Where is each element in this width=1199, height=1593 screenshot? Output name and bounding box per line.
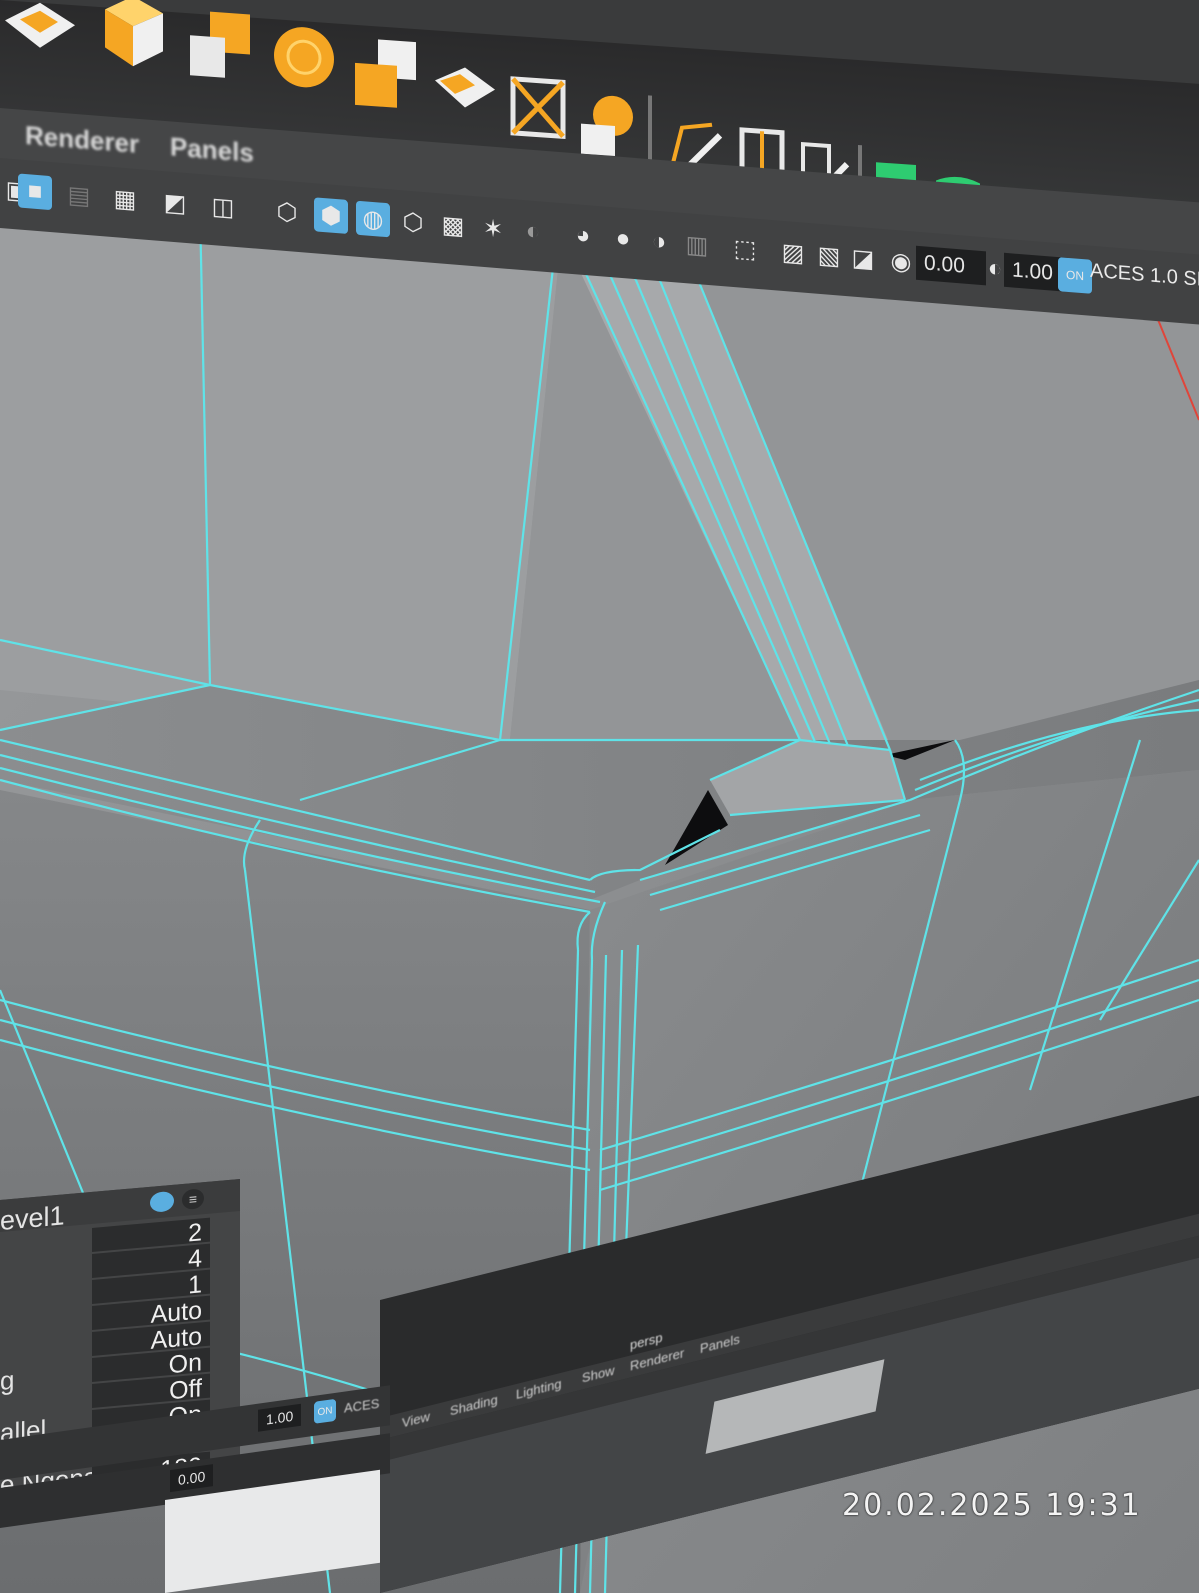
mesh-back-face [0,210,560,740]
grid-icon[interactable]: ◩ [158,185,192,222]
color-space-label[interactable]: ACES 1.0 SDR- [1090,260,1199,294]
motion-blur-icon[interactable]: ● [606,221,640,258]
secondary-exposure-field[interactable]: 0.00 [170,1464,214,1493]
shelf-paint-icon[interactable] [180,5,260,91]
shelf-combine-icon[interactable] [350,32,422,117]
menu-renderer[interactable]: Renderer [25,120,139,160]
menu-panels[interactable]: Panels [170,131,254,169]
resolution-gate-icon[interactable]: ▧ [812,237,846,274]
menu-view[interactable]: View [402,1409,430,1431]
secondary-color-space[interactable]: ACES [344,1396,379,1416]
exposure-icon[interactable]: ◉ [884,243,918,280]
screen-space-ao-icon[interactable]: ◕ [566,218,600,255]
wireframe-icon[interactable]: ⬡ [270,194,304,231]
shadows-icon[interactable]: ◐ [516,214,550,251]
shelf-cube-icon[interactable] [95,0,170,74]
shelf-mesh-tools-icon[interactable] [0,0,80,66]
gate-mask-icon[interactable]: ◪ [846,240,880,277]
image-plane-icon[interactable]: ▦ [108,181,142,218]
anti-aliasing-icon[interactable]: ◑ [642,224,676,261]
photo-timestamp: 20.02.2025 19:31 [842,1488,1142,1523]
color-management-toggle[interactable]: ON [1058,257,1092,294]
smooth-shade-icon[interactable]: ⬢ [314,197,348,234]
exposure-field[interactable]: 0.00 [916,245,986,286]
textured-icon[interactable]: ▩ [436,207,470,244]
secondary-gamma-field[interactable]: 1.00 [258,1403,302,1432]
xray-active-icon[interactable]: ▨ [776,234,810,271]
wireframe-on-shaded-icon[interactable]: ◍ [356,200,390,238]
shelf-extract-icon[interactable] [430,50,502,125]
shelf-bridge-icon[interactable] [505,70,571,145]
bookmarks-icon[interactable]: ▤ [62,177,96,214]
camera-attributes-icon[interactable]: ■ [18,173,52,211]
xray-joints-icon[interactable]: ⬚ [728,231,762,268]
secondary-color-management-toggle[interactable]: ON [314,1398,336,1424]
isolate-select-icon[interactable]: ▥ [680,227,714,264]
shelf-sphere-icon[interactable] [268,19,340,96]
xray-icon[interactable]: ⬡ [396,204,430,241]
shelf-fill-hole-icon[interactable] [575,85,641,162]
film-gate-icon[interactable]: ◫ [206,189,240,226]
lights-icon[interactable]: ✶ [476,210,510,247]
